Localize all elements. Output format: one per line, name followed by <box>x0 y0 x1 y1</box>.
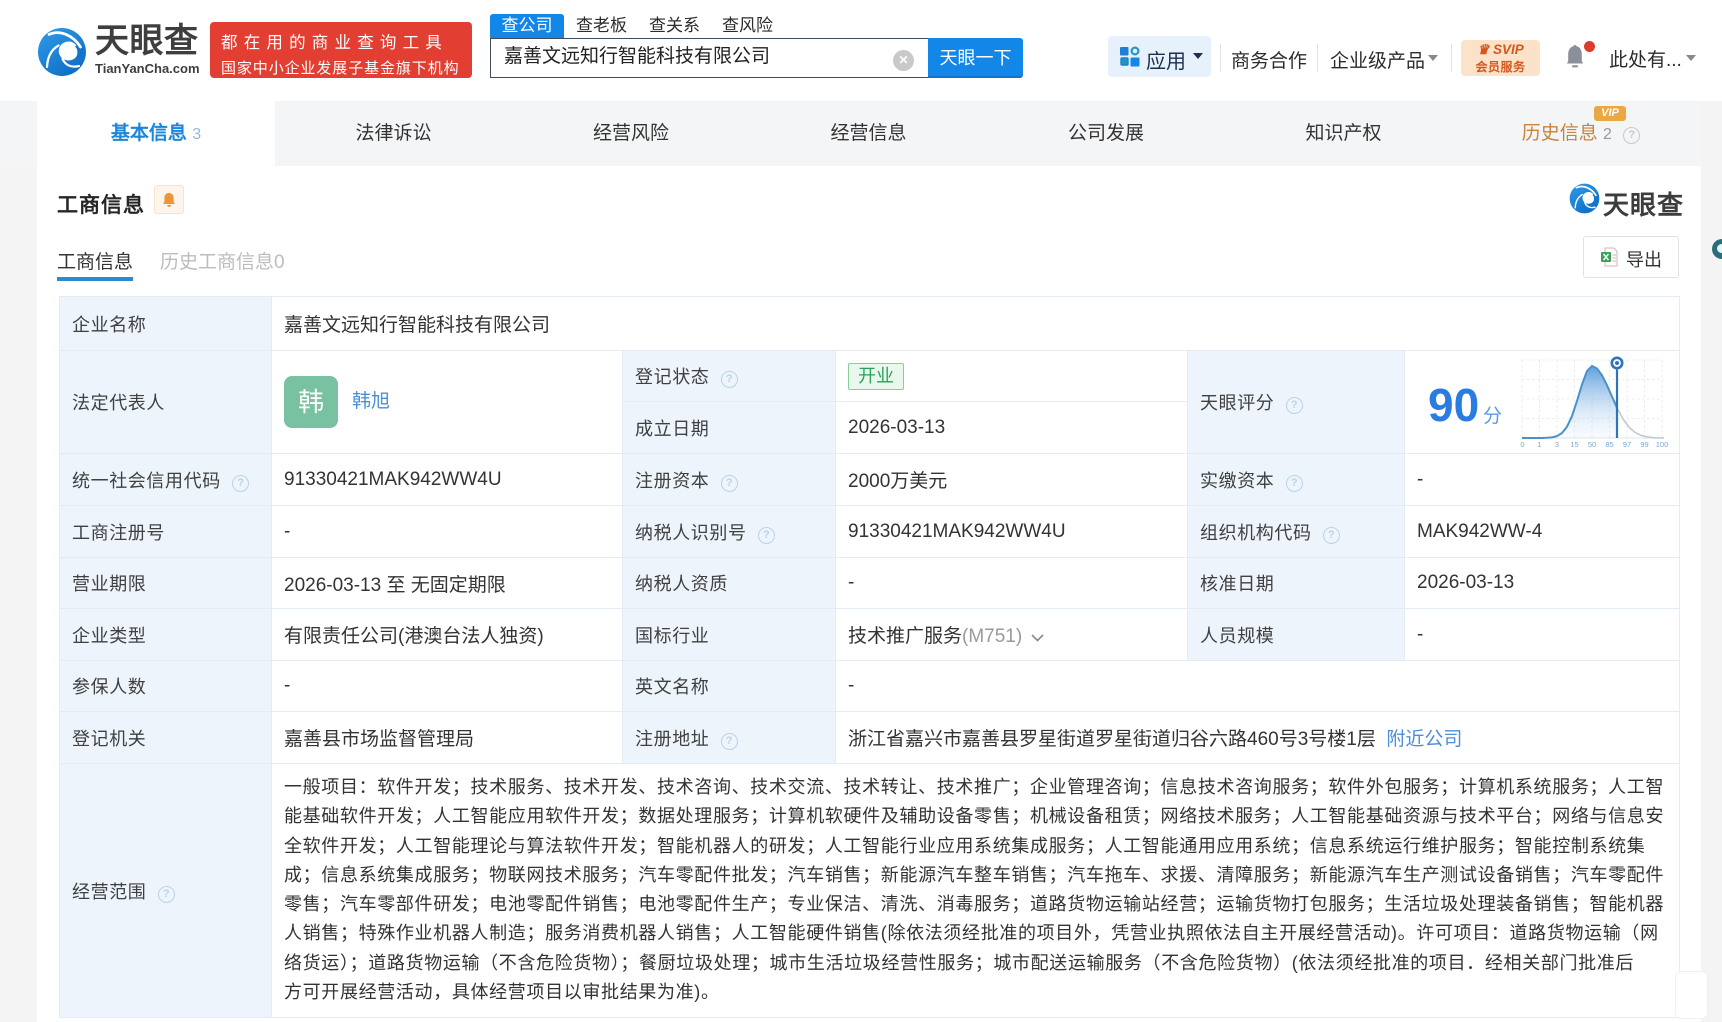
svg-text:15: 15 <box>1570 440 1578 449</box>
svg-text:0: 0 <box>1520 440 1524 449</box>
svg-text:3: 3 <box>1555 440 1559 449</box>
svg-text:50: 50 <box>1588 440 1596 449</box>
svg-text:85: 85 <box>1605 440 1613 449</box>
svg-text:100: 100 <box>1656 440 1669 449</box>
svg-text:97: 97 <box>1623 440 1631 449</box>
svg-text:99: 99 <box>1640 440 1648 449</box>
svg-text:1: 1 <box>1537 440 1541 449</box>
